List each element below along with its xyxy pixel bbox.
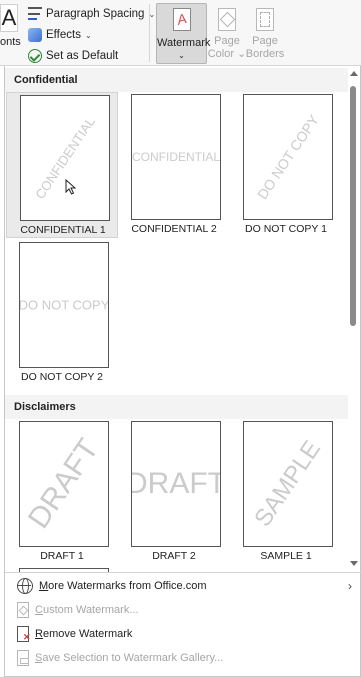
chevron-right-icon: › — [348, 579, 352, 593]
page-borders-label-line1: Page — [252, 35, 278, 47]
ribbon: A onts Paragraph Spacing ⌄ Effects ⌄ Set… — [0, 0, 361, 66]
watermark-label: Watermark — [157, 37, 211, 49]
scroll-down-arrow-icon[interactable] — [350, 561, 358, 566]
paragraph-spacing-button[interactable]: Paragraph Spacing ⌄ — [28, 7, 155, 21]
watermark-thumbnail: DRAFT — [131, 421, 221, 547]
save-to-gallery-icon — [17, 650, 29, 666]
more-watermarks-menu-item[interactable]: More Watermarks from Office.com › — [5, 574, 360, 598]
watermark-preview-text: DRAFT — [131, 467, 221, 500]
custom-watermark-menu-item[interactable]: Custom Watermark... — [5, 598, 360, 622]
custom-watermark-icon — [17, 602, 29, 618]
ribbon-divider — [149, 4, 150, 62]
save-selection-menu-item[interactable]: Save Selection to Watermark Gallery... — [5, 646, 360, 670]
mouse-cursor-icon — [65, 179, 77, 195]
gallery-item-caption: DO NOT COPY 1 — [245, 223, 327, 235]
fonts-label[interactable]: onts — [0, 36, 21, 48]
scrollbar-thumb[interactable] — [350, 86, 356, 326]
watermark-thumbnail: DO NOT COPY — [19, 242, 109, 368]
watermark-preview-text: SAMPLE — [249, 435, 327, 532]
gallery-item-confidential-1[interactable]: CONFIDENTIAL CONFIDENTIAL 1 — [6, 92, 118, 238]
paragraph-spacing-label: Paragraph Spacing — [46, 8, 145, 20]
gallery-item-confidential-2[interactable]: CONFIDENTIAL CONFIDENTIAL 2 — [118, 92, 230, 238]
gallery-item-do-not-copy-1[interactable]: DO NOT COPY DO NOT COPY 1 — [230, 92, 342, 238]
page-borders-button[interactable]: Page Borders — [243, 5, 287, 63]
globe-icon — [17, 578, 33, 594]
watermark-icon: A — [173, 8, 191, 31]
set-as-default-button[interactable]: Set as Default — [28, 49, 118, 63]
paragraph-spacing-icon — [28, 7, 42, 21]
watermark-thumbnail: CONFIDENTIAL — [20, 95, 110, 221]
gallery-item-draft-2[interactable]: DRAFT DRAFT 2 — [118, 419, 230, 565]
gallery-item-caption: CONFIDENTIAL 2 — [131, 223, 217, 235]
gallery-item-caption: SAMPLE 1 — [260, 550, 312, 562]
remove-watermark-icon — [17, 626, 31, 643]
effects-button[interactable]: Effects ⌄ — [28, 28, 92, 42]
watermark-button[interactable]: A Watermark ⌄ — [156, 3, 211, 64]
remove-watermark-menu-item[interactable]: Remove Watermark — [5, 622, 360, 646]
page-borders-icon — [256, 8, 274, 31]
watermark-preview-text: DO NOT COPY — [254, 112, 322, 202]
gallery-item-caption: CONFIDENTIAL 1 — [20, 224, 106, 236]
scroll-up-arrow-icon[interactable] — [350, 71, 358, 76]
watermark-thumbnail: DRAFT — [19, 421, 109, 547]
gallery-item-sample-1[interactable]: SAMPLE SAMPLE 1 — [230, 419, 342, 565]
more-watermarks-label: More Watermarks from Office.com — [39, 580, 207, 592]
gallery-item-caption: DRAFT 2 — [152, 550, 196, 562]
effects-label: Effects — [46, 29, 81, 41]
gallery-divider — [5, 572, 361, 573]
watermark-thumbnail: CONFIDENTIAL — [131, 94, 221, 220]
gallery-item-draft-1[interactable]: DRAFT DRAFT 1 — [6, 419, 118, 565]
watermark-preview-text: CONFIDENTIAL — [131, 150, 221, 164]
custom-watermark-label: Custom Watermark... — [35, 604, 139, 616]
checkmark-icon — [28, 49, 42, 63]
chevron-down-icon: ⌄ — [178, 51, 185, 60]
watermark-gallery: Confidential CONFIDENTIAL CONFIDENTIAL 1… — [5, 66, 348, 572]
set-as-default-label: Set as Default — [46, 50, 119, 62]
watermark-preview-text: DRAFT — [21, 433, 106, 535]
section-header-disclaimers: Disclaimers — [5, 395, 348, 419]
gallery-item-caption: DRAFT 1 — [40, 550, 84, 562]
fonts-icon[interactable]: A — [0, 4, 18, 32]
watermark-thumbnail: SAMPLE — [243, 421, 333, 547]
watermark-thumbnail: DO NOT COPY — [243, 94, 333, 220]
watermark-preview-text: DO NOT COPY — [19, 297, 109, 313]
remove-watermark-label: Remove Watermark — [35, 628, 133, 640]
save-selection-label: Save Selection to Watermark Gallery... — [35, 652, 224, 664]
effects-icon — [28, 28, 42, 42]
gallery-item-do-not-copy-2[interactable]: DO NOT COPY DO NOT COPY 2 — [6, 240, 118, 386]
chevron-down-icon: ⌄ — [84, 30, 92, 40]
page-color-icon — [218, 8, 236, 31]
page-borders-label-line2: Borders — [245, 48, 285, 60]
section-header-confidential: Confidential — [5, 68, 348, 92]
gallery-scrollbar[interactable] — [348, 66, 360, 572]
watermark-dropdown: Confidential CONFIDENTIAL CONFIDENTIAL 1… — [4, 66, 361, 677]
gallery-item-caption: DO NOT COPY 2 — [21, 371, 103, 383]
